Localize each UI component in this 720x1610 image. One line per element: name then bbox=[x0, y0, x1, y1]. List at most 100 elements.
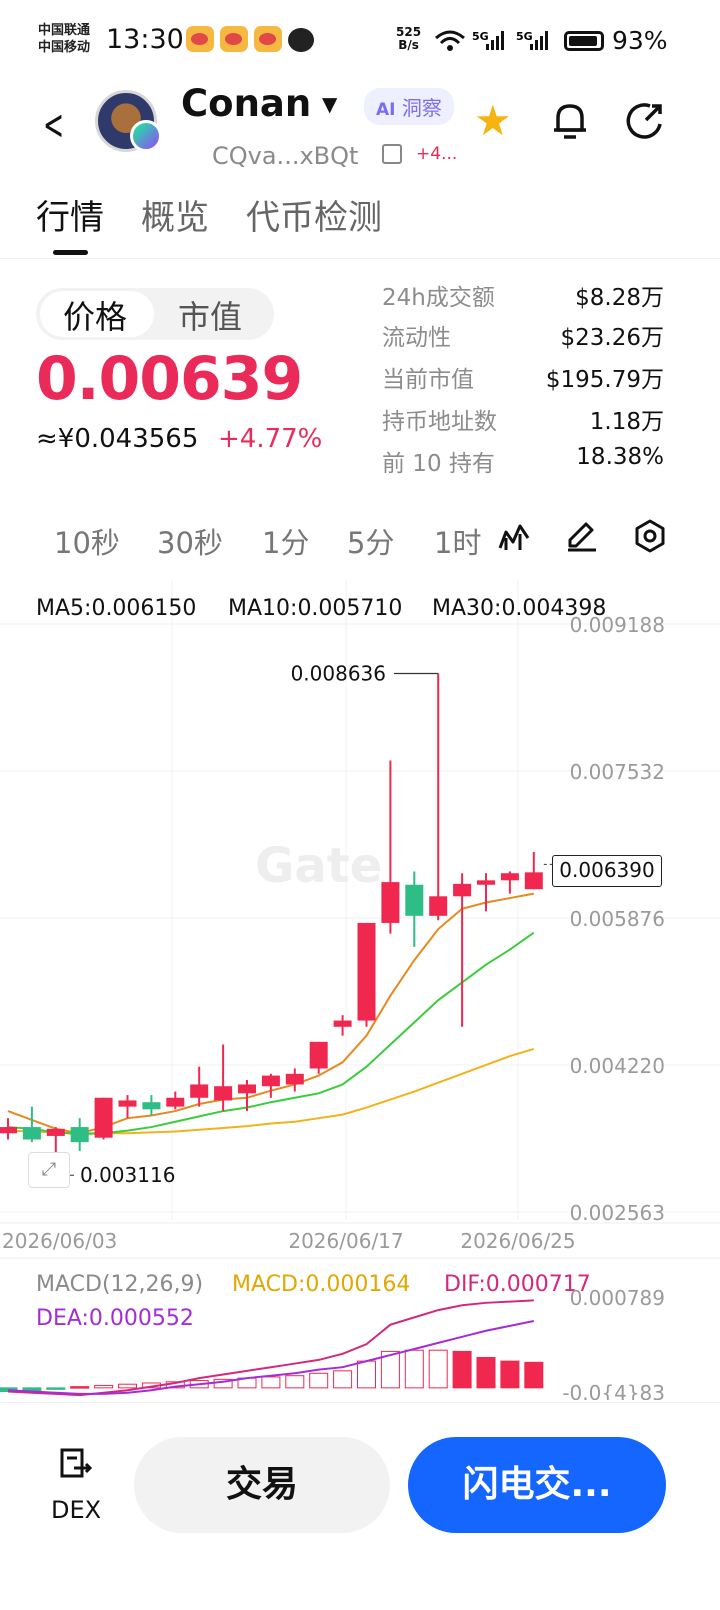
net-speed-unit: B/s bbox=[398, 38, 419, 52]
back-icon[interactable]: < bbox=[43, 100, 64, 149]
indicator-icon[interactable] bbox=[496, 518, 532, 554]
trade-button[interactable]: 交易 bbox=[134, 1437, 390, 1533]
ai-icon: AI bbox=[376, 100, 396, 120]
dex-icon[interactable] bbox=[56, 1446, 94, 1484]
signal-icons: 5G 5G bbox=[435, 30, 548, 51]
high-price-label: 0.008636 bbox=[291, 662, 386, 686]
weibo-icon bbox=[220, 26, 248, 52]
interval-10s[interactable]: 10秒 bbox=[54, 520, 120, 562]
macd-histogram-bar bbox=[118, 1383, 137, 1389]
candle-body bbox=[309, 1041, 328, 1069]
status-time: 13:30 bbox=[106, 24, 184, 55]
price-change: +4.77% bbox=[218, 424, 323, 454]
dex-label[interactable]: DEX bbox=[51, 1496, 101, 1524]
current-price: 0.00639 bbox=[36, 344, 303, 414]
share-icon[interactable] bbox=[626, 100, 666, 140]
ai-insight-badge[interactable]: AI 洞察 bbox=[364, 88, 454, 125]
macd-title: MACD(12,26,9) bbox=[36, 1272, 203, 1297]
contract-address: CQva...xBQt bbox=[212, 142, 359, 170]
candle-body bbox=[190, 1084, 209, 1098]
toggle-market-cap[interactable]: 市值 bbox=[178, 292, 242, 338]
tab-market[interactable]: 行情 bbox=[36, 190, 104, 239]
y-tick-label: 0.004220 bbox=[570, 1054, 665, 1078]
candle-body bbox=[0, 1127, 17, 1134]
candle-body bbox=[214, 1086, 233, 1101]
draw-icon[interactable] bbox=[564, 518, 600, 554]
toggle-price[interactable]: 价格 bbox=[63, 292, 127, 338]
copy-icon[interactable] bbox=[382, 144, 402, 164]
macd-histogram-bar bbox=[428, 1349, 448, 1389]
macd-histogram-bar bbox=[404, 1349, 424, 1389]
interval-30s[interactable]: 30秒 bbox=[157, 520, 223, 562]
low-price-label: 0.003116 bbox=[80, 1163, 175, 1187]
macd-histogram-bar bbox=[524, 1361, 544, 1389]
carrier-info: 中国联通 中国移动 bbox=[38, 22, 90, 56]
stat-value: $23.26万 bbox=[560, 325, 664, 351]
bell-icon[interactable] bbox=[552, 100, 588, 140]
candle-body bbox=[261, 1075, 280, 1087]
candle-body bbox=[477, 880, 495, 885]
y-tick-label: 0.005876 bbox=[570, 907, 665, 931]
stat-value: 1.18万 bbox=[589, 409, 664, 435]
net-speed: 525 B/s bbox=[396, 26, 421, 52]
interval-1m[interactable]: 1分 bbox=[262, 520, 309, 562]
weibo-icon bbox=[186, 26, 214, 52]
battery-icon bbox=[564, 31, 604, 51]
stat-value: $195.79万 bbox=[545, 367, 664, 393]
macd-histogram-bar bbox=[285, 1375, 305, 1389]
tab-overview[interactable]: 概览 bbox=[141, 190, 209, 239]
candle-body bbox=[46, 1128, 65, 1136]
stat-label: 流动性 bbox=[382, 325, 451, 351]
interval-1h[interactable]: 1时 bbox=[434, 520, 486, 562]
macd-axis-top: 0.000789 bbox=[570, 1286, 665, 1310]
watermark-logo: Gate bbox=[255, 838, 382, 894]
kline-chart[interactable]: Gate0.0091880.0075320.0058760.0042200.00… bbox=[0, 580, 720, 1400]
stat-label: 持币地址数 bbox=[382, 409, 497, 435]
candle-body bbox=[333, 1020, 352, 1027]
stat-label: 24h成交额 bbox=[382, 285, 495, 311]
wechat-icon bbox=[288, 28, 314, 52]
candle-body bbox=[94, 1097, 113, 1138]
x-tick-label: 2026/06/17 bbox=[288, 1229, 403, 1253]
wifi-icon bbox=[435, 30, 465, 51]
macd-histogram-bar bbox=[94, 1384, 114, 1389]
favorite-star-icon[interactable]: ★ bbox=[474, 96, 512, 145]
token-title[interactable]: Conan bbox=[181, 82, 311, 125]
macd-histogram-bar bbox=[70, 1386, 90, 1389]
candle-body bbox=[285, 1073, 304, 1085]
last-price-tag: 0.006390 bbox=[552, 855, 662, 887]
macd-histogram-bar bbox=[500, 1360, 520, 1389]
settings-icon[interactable] bbox=[632, 518, 668, 554]
carrier-2: 中国移动 bbox=[38, 40, 91, 55]
macd-histogram-bar bbox=[333, 1370, 353, 1389]
candle-body bbox=[429, 896, 448, 916]
y-tick-label: 0.002563 bbox=[570, 1201, 665, 1225]
candle-body bbox=[166, 1097, 185, 1107]
interval-5m[interactable]: 5分 bbox=[347, 520, 394, 562]
weibo-icon bbox=[254, 26, 282, 52]
chevron-down-icon[interactable]: ▼ bbox=[322, 92, 337, 116]
signal-bars-icon bbox=[486, 31, 504, 50]
more-tags[interactable]: +4... bbox=[416, 144, 457, 164]
ma10-label: MA10:0.005710 bbox=[228, 596, 403, 621]
carrier-1: 中国联通 bbox=[38, 23, 91, 38]
candle-body bbox=[524, 872, 543, 890]
tab-token-check[interactable]: 代币检测 bbox=[246, 190, 382, 239]
macd-histogram-bar bbox=[261, 1376, 281, 1389]
dea-value: DEA:0.000552 bbox=[36, 1306, 194, 1331]
signal-5g-label-2: 5G bbox=[516, 30, 533, 43]
stat-value: $8.28万 bbox=[575, 285, 664, 311]
divider bbox=[0, 258, 720, 259]
battery-level: 93% bbox=[612, 26, 668, 55]
expand-icon[interactable]: ⤢ bbox=[28, 1152, 70, 1188]
flash-trade-button[interactable]: 闪电交... bbox=[408, 1437, 666, 1533]
candle-body bbox=[500, 873, 519, 881]
macd-histogram-bar bbox=[476, 1356, 496, 1389]
macd-histogram-bar bbox=[357, 1360, 376, 1389]
candle-body bbox=[118, 1100, 137, 1107]
candle-body bbox=[22, 1127, 41, 1140]
ma10-line bbox=[7, 931, 535, 1136]
cny-price: ≈¥0.043565 bbox=[36, 424, 199, 454]
candle-body bbox=[70, 1127, 89, 1143]
solana-chain-icon bbox=[130, 120, 162, 152]
